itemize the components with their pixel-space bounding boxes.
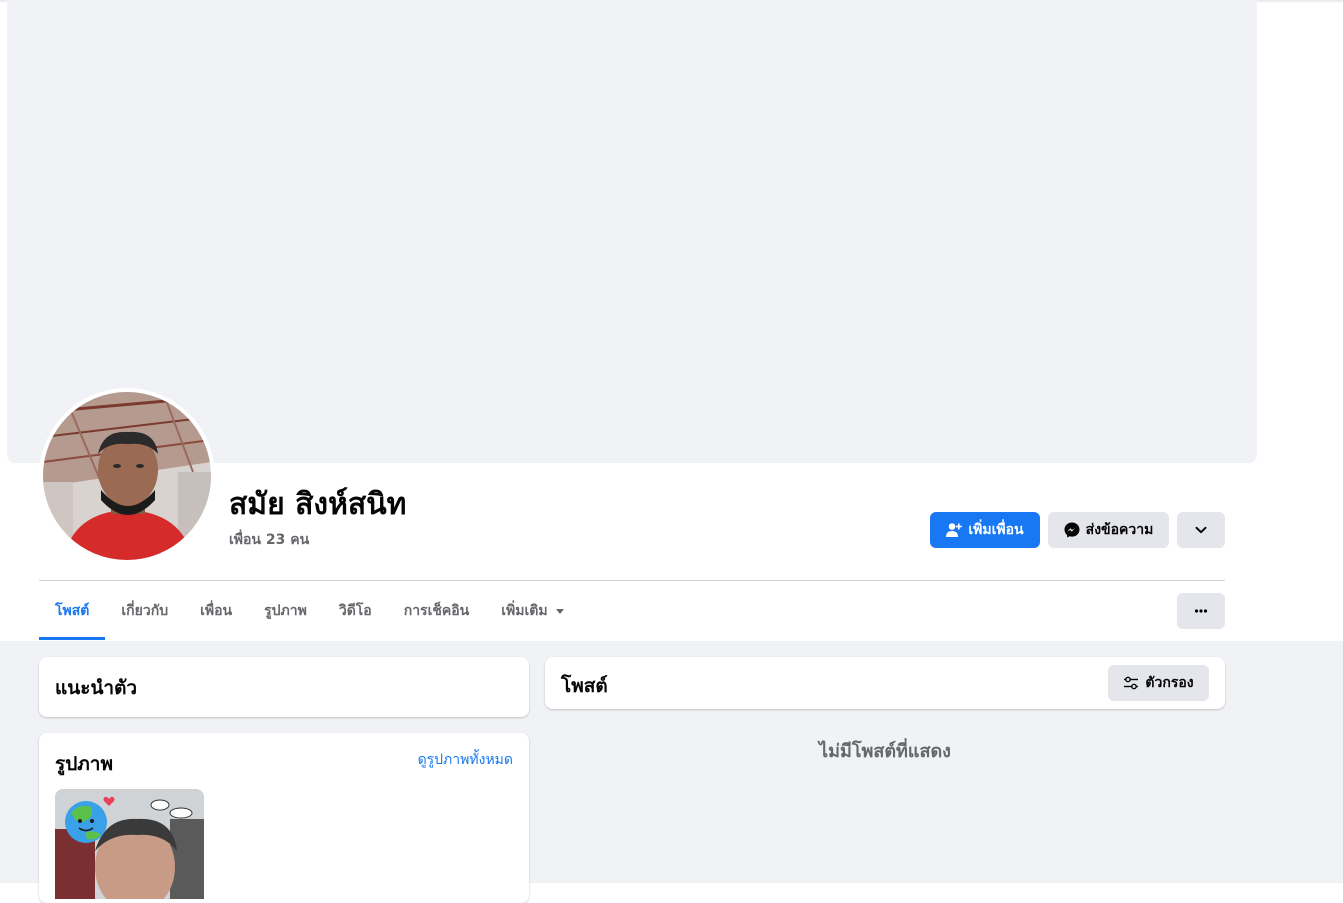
intro-title: แนะนำตัว [55,677,138,699]
posts-title: โพสต์ [561,675,608,697]
profile-tabs: โพสต์ เกี่ยวกับ เพื่อน รูปภาพ วิดีโอ การ… [39,581,580,640]
chevron-down-icon [1195,526,1207,534]
cover-photo[interactable] [7,0,1257,463]
profile-avatar[interactable] [43,392,211,560]
tab-label: การเช็คอิน [403,602,470,619]
tab-about[interactable]: เกี่ยวกับ [105,581,184,640]
message-label: ส่งข้อความ [1085,522,1154,538]
photos-card: รูปภาพ ดูรูปภาพทั้งหมด [39,733,529,903]
see-all-photos-link[interactable]: ดูรูปภาพทั้งหมด [418,749,513,771]
caret-down-icon [555,609,564,614]
photos-title[interactable]: รูปภาพ [55,749,113,779]
add-friend-icon [946,523,963,537]
profile-name: สมัย สิงห์สนิท [229,487,407,522]
add-friend-button[interactable]: เพิ่มเพื่อน [930,512,1040,548]
tab-label: โพสต์ [55,602,90,619]
tab-label: เพื่อน [200,602,233,619]
tab-label: เกี่ยวกับ [121,602,169,619]
messenger-icon [1064,522,1080,538]
tab-photos[interactable]: รูปภาพ [248,581,323,640]
profile-photo [43,392,211,560]
tab-label: วิดีโอ [338,602,372,619]
tab-label: รูปภาพ [264,602,307,619]
tab-posts[interactable]: โพสต์ [39,581,106,640]
posts-card: โพสต์ ตัวกรอง [545,657,1225,709]
filter-sliders-icon [1124,676,1139,690]
filter-label: ตัวกรอง [1145,675,1194,691]
friend-count[interactable]: เพื่อน 23 คน [229,529,309,551]
tabs-more-options-button[interactable] [1177,593,1225,629]
filter-button[interactable]: ตัวกรอง [1108,665,1209,701]
profile-more-dropdown-button[interactable] [1177,512,1225,548]
no-posts-message: ไม่มีโพสต์ที่แสดง [819,741,951,762]
tab-more[interactable]: เพิ่มเติม [485,581,579,640]
tab-label: เพิ่มเติม [501,602,548,619]
tab-checkins[interactable]: การเช็คอิน [388,581,486,640]
intro-card: แนะนำตัว [39,657,529,717]
tab-videos[interactable]: วิดีโอ [323,581,388,640]
message-button[interactable]: ส่งข้อความ [1048,512,1169,548]
ellipsis-icon [1194,609,1208,613]
tab-friends[interactable]: เพื่อน [184,581,248,640]
add-friend-label: เพิ่มเพื่อน [968,522,1024,538]
